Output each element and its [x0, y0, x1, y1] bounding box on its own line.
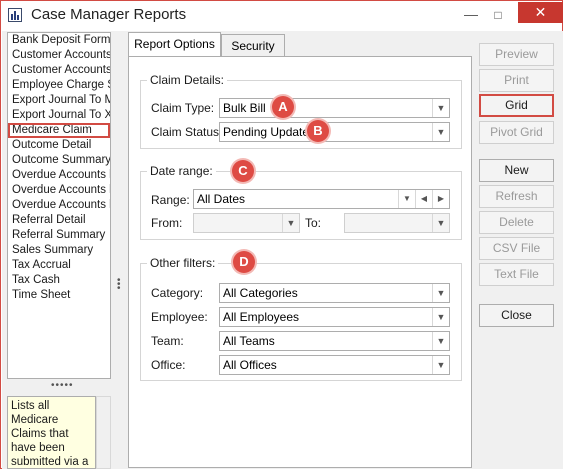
chevron-down-icon[interactable]: ▼: [432, 214, 449, 232]
description-scrollbar[interactable]: [96, 396, 111, 469]
print-button[interactable]: Print: [479, 69, 554, 92]
window-title: Case Manager Reports: [31, 6, 187, 23]
claim-type-label: Claim Type:: [151, 101, 215, 115]
next-range-icon[interactable]: ▶: [432, 190, 449, 208]
report-list-item[interactable]: Outcome Summary: [8, 153, 110, 168]
report-list-item[interactable]: Bank Deposit Form: [8, 33, 110, 48]
chevron-down-icon[interactable]: ▼: [282, 214, 299, 232]
category-select[interactable]: All Categories ▼: [219, 283, 450, 303]
report-list[interactable]: Bank Deposit Form Customer Accounts Custom…: [7, 32, 111, 379]
from-label: From:: [151, 216, 183, 230]
close-button[interactable]: Close: [479, 304, 554, 327]
report-list-item[interactable]: Export Journal To X: [8, 108, 110, 123]
chevron-down-icon[interactable]: ▼: [398, 190, 415, 208]
new-button[interactable]: New: [479, 159, 554, 182]
report-list-item[interactable]: Tax Accrual: [8, 258, 110, 273]
report-list-item[interactable]: Referral Summary: [8, 228, 110, 243]
date-range-label: Date range:: [147, 164, 216, 178]
range-value: All Dates: [197, 192, 246, 206]
report-description: Lists all Medicare Claims that have been…: [7, 396, 96, 469]
from-date-select[interactable]: ▼: [193, 213, 300, 233]
app-chart-icon: [8, 8, 22, 22]
tab-security[interactable]: Security: [221, 34, 285, 56]
claim-status-label: Claim Status:: [151, 125, 223, 139]
chevron-down-icon[interactable]: ▼: [432, 123, 449, 141]
team-select[interactable]: All Teams ▼: [219, 331, 450, 351]
report-list-item[interactable]: Medicare Claim: [8, 123, 110, 138]
csv-file-button[interactable]: CSV File: [479, 237, 554, 260]
chevron-down-icon[interactable]: ▼: [432, 99, 449, 117]
category-value: All Categories: [223, 286, 298, 300]
report-list-item[interactable]: Referral Detail: [8, 213, 110, 228]
team-value: All Teams: [223, 334, 275, 348]
claim-type-value: Bulk Bill: [223, 101, 266, 115]
claim-status-select[interactable]: Pending Update ▼: [219, 122, 450, 142]
claim-status-value: Pending Update: [223, 125, 310, 139]
close-window-icon[interactable]: ✕: [518, 2, 563, 23]
team-label: Team:: [151, 334, 184, 348]
report-list-item[interactable]: Overdue Accounts l: [8, 168, 110, 183]
annotation-badge-c: C: [232, 160, 254, 182]
range-select[interactable]: All Dates ▼ ◀ ▶: [193, 189, 450, 209]
report-list-item[interactable]: Overdue Accounts l: [8, 198, 110, 213]
category-label: Category:: [151, 286, 204, 300]
refresh-button[interactable]: Refresh: [479, 185, 554, 208]
report-list-item[interactable]: Customer Accounts: [8, 48, 110, 63]
report-list-item[interactable]: Sales Summary: [8, 243, 110, 258]
report-list-item[interactable]: Time Sheet: [8, 288, 110, 303]
report-list-item[interactable]: Overdue Accounts l: [8, 183, 110, 198]
report-window: Case Manager Reports — □ ✕ Bank Deposit …: [0, 0, 563, 469]
report-list-item[interactable]: Customer Accounts: [8, 63, 110, 78]
claim-details-label: Claim Details:: [147, 73, 228, 87]
tab-report-options[interactable]: Report Options: [128, 32, 221, 56]
to-label: To:: [305, 216, 322, 230]
vertical-splitter[interactable]: • • •: [117, 276, 121, 294]
pivot-grid-button[interactable]: Pivot Grid: [479, 121, 554, 144]
employee-label: Employee:: [151, 310, 208, 324]
horizontal-splitter[interactable]: •••••: [51, 380, 74, 391]
chevron-down-icon[interactable]: ▼: [432, 284, 449, 302]
office-label: Office:: [151, 358, 186, 372]
other-filters-label: Other filters:: [147, 256, 219, 270]
grid-button[interactable]: Grid: [479, 94, 554, 117]
chevron-down-icon[interactable]: ▼: [432, 356, 449, 374]
preview-button[interactable]: Preview: [479, 43, 554, 66]
chevron-down-icon[interactable]: ▼: [432, 332, 449, 350]
text-file-button[interactable]: Text File: [479, 263, 554, 286]
office-select[interactable]: All Offices ▼: [219, 355, 450, 375]
employee-select[interactable]: All Employees ▼: [219, 307, 450, 327]
employee-value: All Employees: [223, 310, 300, 324]
office-value: All Offices: [223, 358, 277, 372]
report-list-item[interactable]: Export Journal To M: [8, 93, 110, 108]
chevron-down-icon[interactable]: ▼: [432, 308, 449, 326]
delete-button[interactable]: Delete: [479, 211, 554, 234]
minimize-icon[interactable]: —: [461, 7, 481, 23]
claim-type-select[interactable]: Bulk Bill ▼: [219, 98, 450, 118]
to-date-select[interactable]: ▼: [344, 213, 450, 233]
maximize-icon[interactable]: □: [488, 7, 508, 23]
annotation-badge-d: D: [233, 251, 255, 273]
title-bar: Case Manager Reports — □ ✕: [1, 1, 563, 31]
previous-range-icon[interactable]: ◀: [415, 190, 432, 208]
report-list-item[interactable]: Outcome Detail: [8, 138, 110, 153]
report-options-panel: Claim Details: Claim Type: Bulk Bill ▼ C…: [128, 56, 472, 468]
annotation-badge-b: B: [307, 120, 329, 142]
report-list-item[interactable]: Employee Charge S: [8, 78, 110, 93]
report-list-item[interactable]: Tax Cash: [8, 273, 110, 288]
annotation-badge-a: A: [272, 96, 294, 118]
range-label: Range:: [151, 193, 190, 207]
